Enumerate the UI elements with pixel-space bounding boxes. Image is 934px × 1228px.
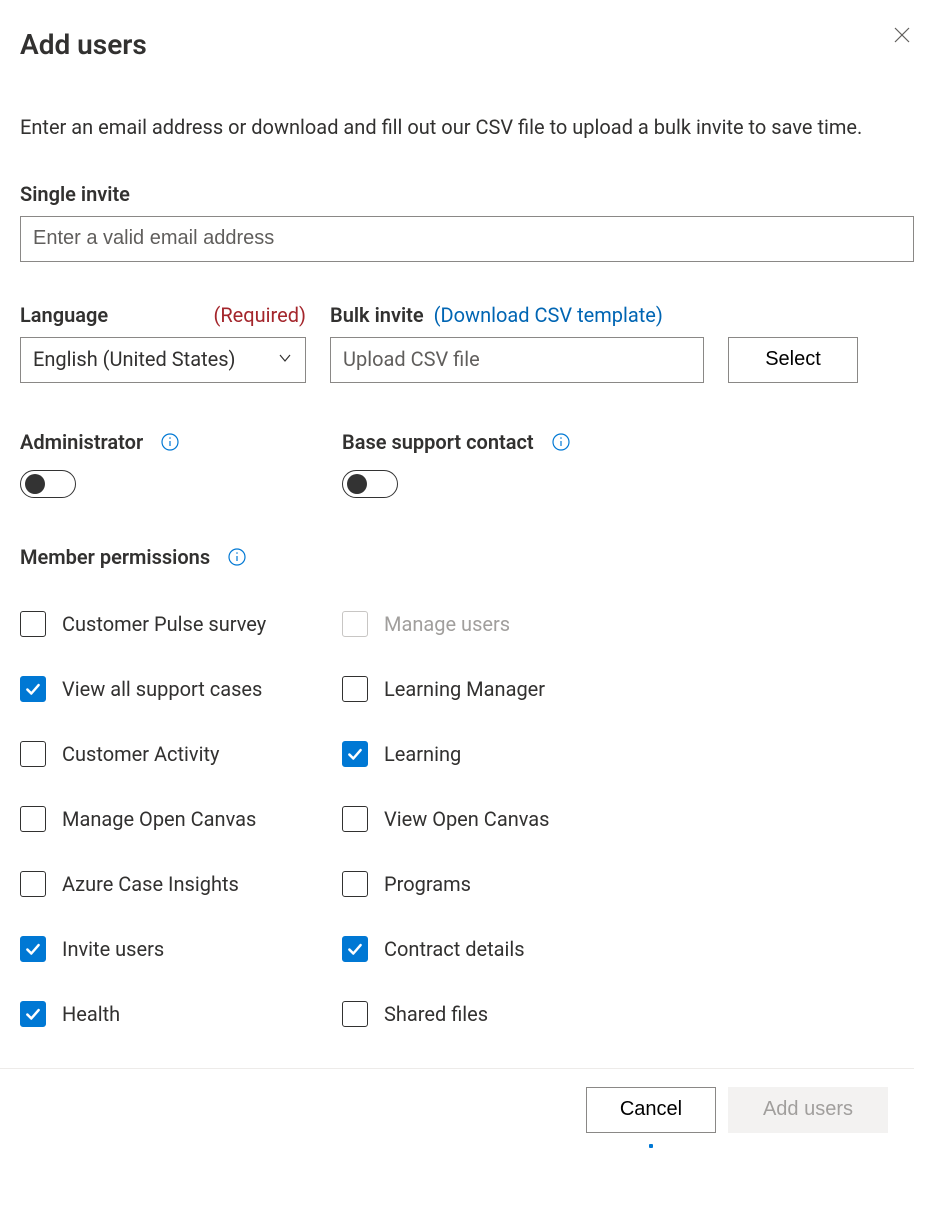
language-required: (Required) [214, 302, 306, 329]
checkbox-learning-manager[interactable] [342, 676, 368, 702]
permission-label: Customer Pulse survey [62, 611, 266, 638]
permission-learning[interactable]: Learning [342, 741, 664, 768]
checkbox-contract-details[interactable] [342, 936, 368, 962]
close-icon [894, 23, 910, 50]
email-input[interactable] [20, 216, 914, 262]
permission-contract-details[interactable]: Contract details [342, 936, 664, 963]
checkbox-programs[interactable] [342, 871, 368, 897]
language-select[interactable]: English (United States) [20, 337, 306, 383]
permission-label: Shared files [384, 1001, 488, 1028]
permission-manage-users: Manage users [342, 611, 664, 638]
permission-shared-files[interactable]: Shared files [342, 1001, 664, 1028]
checkbox-invite-users[interactable] [20, 936, 46, 962]
permission-label: Manage Open Canvas [62, 806, 256, 833]
permission-learning-manager[interactable]: Learning Manager [342, 676, 664, 703]
permission-label: Manage users [384, 611, 510, 638]
permission-label: Learning [384, 741, 461, 768]
checkbox-view-all-support-cases[interactable] [20, 676, 46, 702]
checkbox-learning[interactable] [342, 741, 368, 767]
member-permissions-label: Member permissions [20, 544, 210, 571]
single-invite-label: Single invite [20, 181, 914, 208]
permission-label: View all support cases [62, 676, 262, 703]
select-file-button[interactable]: Select [728, 337, 858, 383]
language-value: English (United States) [33, 346, 236, 373]
info-icon[interactable] [552, 433, 570, 451]
permission-label: Contract details [384, 936, 525, 963]
bulk-invite-label: Bulk invite [330, 302, 424, 329]
checkbox-view-open-canvas[interactable] [342, 806, 368, 832]
checkbox-customer-activity[interactable] [20, 741, 46, 767]
administrator-label: Administrator [20, 429, 143, 456]
download-csv-link[interactable]: (Download CSV template) [434, 302, 663, 329]
checkbox-azure-case-insights[interactable] [20, 871, 46, 897]
checkbox-manage-users [342, 611, 368, 637]
upload-csv-placeholder: Upload CSV file [343, 346, 480, 373]
permission-label: Health [62, 1001, 120, 1028]
permission-label: Customer Activity [62, 741, 219, 768]
checkbox-health[interactable] [20, 1001, 46, 1027]
permission-health[interactable]: Health [20, 1001, 342, 1028]
upload-csv-field[interactable]: Upload CSV file [330, 337, 704, 383]
permission-label: Programs [384, 871, 471, 898]
page-title: Add users [20, 26, 147, 64]
base-support-contact-label: Base support contact [342, 429, 534, 456]
checkbox-manage-open-canvas[interactable] [20, 806, 46, 832]
permission-customer-activity[interactable]: Customer Activity [20, 741, 342, 768]
checkbox-shared-files[interactable] [342, 1001, 368, 1027]
permission-label: Invite users [62, 936, 164, 963]
chevron-down-icon [277, 346, 293, 373]
permission-label: Azure Case Insights [62, 871, 239, 898]
permission-azure-case-insights[interactable]: Azure Case Insights [20, 871, 342, 898]
permission-label: Learning Manager [384, 676, 545, 703]
info-icon[interactable] [228, 548, 246, 566]
intro-text: Enter an email address or download and f… [20, 114, 890, 141]
checkbox-customer-pulse-survey[interactable] [20, 611, 46, 637]
toggle-knob [25, 474, 45, 494]
permission-programs[interactable]: Programs [342, 871, 664, 898]
add-users-button[interactable]: Add users [728, 1087, 888, 1133]
base-support-contact-toggle[interactable] [342, 470, 398, 498]
permission-invite-users[interactable]: Invite users [20, 936, 342, 963]
language-label: Language [20, 302, 108, 329]
cancel-button[interactable]: Cancel [586, 1087, 716, 1133]
toggle-knob [347, 474, 367, 494]
permission-customer-pulse-survey[interactable]: Customer Pulse survey [20, 611, 342, 638]
permission-view-open-canvas[interactable]: View Open Canvas [342, 806, 664, 833]
permission-manage-open-canvas[interactable]: Manage Open Canvas [20, 806, 342, 833]
info-icon[interactable] [161, 433, 179, 451]
close-button[interactable] [890, 24, 914, 48]
administrator-toggle[interactable] [20, 470, 76, 498]
permission-label: View Open Canvas [384, 806, 549, 833]
permission-view-all-support-cases[interactable]: View all support cases [20, 676, 342, 703]
